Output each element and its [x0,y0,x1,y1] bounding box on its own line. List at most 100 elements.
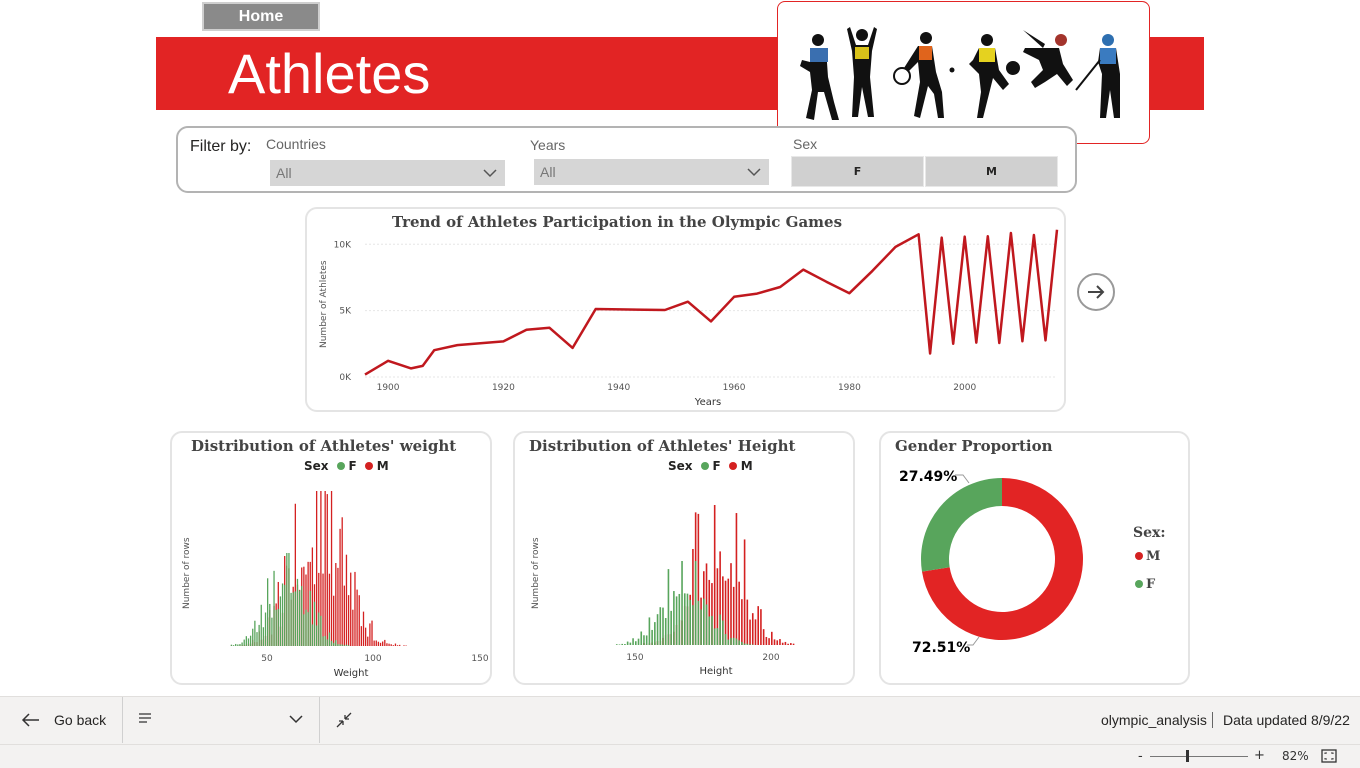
female-bar [318,612,320,646]
female-bar [330,640,333,646]
female-bar [722,620,724,645]
home-button[interactable]: Home [202,2,320,31]
female-bar [629,642,632,645]
report-footer [0,696,1360,768]
female-bar [230,644,233,646]
female-bar [286,553,288,646]
female-bar [686,593,689,645]
trend-xtick: 1960 [723,383,746,393]
female-bar [239,644,241,646]
female-bar [716,628,719,645]
female-bar [341,644,343,646]
chevron-down-icon [483,169,497,178]
female-bar [713,628,716,645]
male-bar [384,639,386,646]
female-bar [681,561,683,645]
pages-dropdown[interactable] [136,708,306,732]
female-bar [333,642,335,646]
female-bar [667,569,670,645]
male-bar [738,581,740,645]
zoom-slider-thumb[interactable] [1186,750,1189,762]
next-page-button[interactable] [1077,273,1115,311]
female-bar [618,644,621,645]
female-bar [235,643,237,646]
trend-ytick: 5K [339,307,352,317]
tennis-player-silhouette [893,32,955,118]
female-bar [277,608,279,646]
fit-to-page-icon[interactable] [1321,749,1337,763]
male-bar [352,609,354,646]
male-bar [330,491,333,646]
trend-ylabel: Number of Athletes [319,260,329,348]
female-bar [724,634,727,645]
soccer-player-silhouette [969,34,1020,118]
countries-dropdown[interactable]: All [270,160,505,186]
male-bar [350,572,352,646]
runner-silhouette [800,34,839,120]
female-bar [749,644,751,645]
female-bar [294,591,296,646]
zoom-in-button[interactable]: + [1254,748,1265,763]
female-bar [645,635,648,645]
male-bar [358,595,360,646]
female-bar [673,591,675,645]
trend-series-line [364,229,1059,376]
female-bar [711,615,713,645]
female-bar [245,636,247,646]
female-bar [659,607,662,645]
male-bar [403,645,405,646]
height-tick-150: 150 [626,653,643,663]
male-bar [369,623,371,646]
female-bar [651,629,653,645]
male-bar [324,491,326,646]
sex-m-button[interactable]: M [925,156,1058,187]
female-bar [632,638,634,645]
male-bar [762,629,765,645]
female-percent-label: 27.49% [899,469,957,485]
female-bar [292,592,294,646]
female-bar [264,612,267,646]
female-bar [315,625,318,646]
male-bar [754,619,757,645]
sex-f-button[interactable]: F [791,156,924,187]
zoom-slider[interactable] [1150,756,1248,757]
weight-chart: 50 100 150 Weight Number of rows [182,491,489,679]
female-bar [237,644,239,646]
trend-xlabel: Years [694,397,721,408]
female-bar [741,641,743,645]
female-bar [243,639,245,646]
trend-xtick: 2000 [953,383,976,393]
female-bar [267,578,269,646]
female-bar [305,609,307,646]
female-bar [260,604,262,646]
male-bar [356,589,358,646]
female-bar [703,598,705,645]
zoom-out-button[interactable]: - [1138,749,1143,764]
male-bar [335,563,337,646]
female-bar [675,596,678,645]
male-bar [730,563,732,645]
chevron-down-icon [289,715,303,724]
filter-title: Filter by: [190,138,252,155]
female-bar [670,610,672,645]
trend-xtick: 1920 [492,383,515,393]
male-bar [371,620,373,646]
go-back-button[interactable]: Go back [20,708,106,732]
female-bar [746,643,749,645]
female-bar [258,624,260,646]
countries-value: All [276,165,292,181]
male-bar [375,640,377,646]
female-bar [705,604,708,645]
female-bar [626,641,629,645]
weight-tick-50: 50 [261,654,273,664]
male-bar [388,643,390,646]
data-updated: Data updated 8/9/22 [1223,712,1350,728]
weight-tick-100: 100 [364,654,381,664]
male-bar [773,639,776,645]
years-dropdown[interactable]: All [534,159,769,185]
male-bar [339,528,341,646]
female-bar [301,586,303,646]
donut-slice-f [921,478,1002,572]
collapse-icon[interactable] [335,711,353,729]
male-bar [760,609,762,645]
